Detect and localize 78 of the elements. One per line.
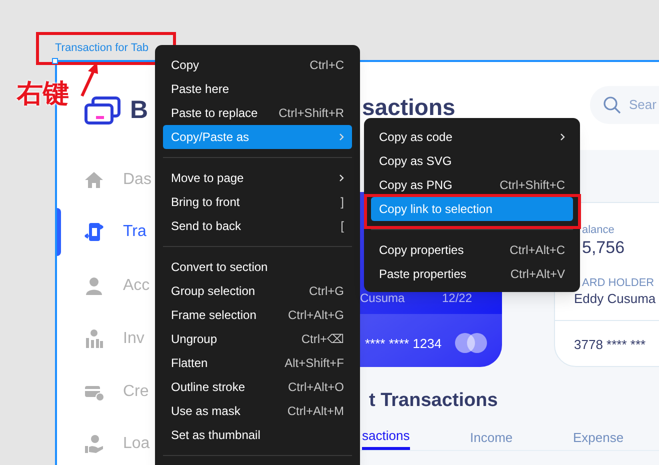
hand-coin-icon [84, 434, 104, 454]
menu-item-label: Set as thumbnail [171, 427, 260, 444]
menu-item-label: Copy as SVG [379, 153, 452, 170]
selection-handle[interactable] [52, 58, 58, 64]
home-icon [84, 170, 104, 190]
shortcut-text: Ctrl+Shift+R [278, 105, 344, 122]
menu-item[interactable]: Set as thumbnail [163, 423, 352, 447]
page-title: sactions [362, 93, 456, 122]
menu-item[interactable]: Convert to section [163, 255, 352, 279]
shortcut-text: Ctrl+Alt+V [510, 266, 565, 283]
menu-item-label: Copy link to selection [379, 201, 492, 218]
menu-item-label: Frame selection [171, 307, 256, 324]
menu-item[interactable]: Copy properties Ctrl+Alt+C [371, 238, 573, 262]
active-indicator [57, 208, 61, 256]
shortcut-text: [ [340, 218, 344, 235]
menu-item[interactable]: Ungroup Ctrl+⌫ [163, 327, 352, 351]
menu-item[interactable]: Copy as code [371, 125, 573, 149]
menu-item[interactable]: Use as mask Ctrl+Alt+M [163, 399, 352, 423]
holder-name: Eddy Cusuma [574, 290, 656, 308]
menu-item-label: Move to page [171, 170, 244, 187]
menu-item[interactable]: Copy as PNG Ctrl+Shift+C [371, 173, 573, 197]
credit-card-icon [84, 96, 122, 126]
annotation-arrow [80, 62, 98, 97]
menu-item[interactable]: Paste properties Ctrl+Alt+V [371, 262, 573, 286]
card-expiry: 12/22 [442, 290, 472, 307]
menu-item-label: Paste to replace [171, 105, 258, 122]
card-number: 3778 **** *** [574, 336, 646, 354]
logo-text: B [130, 95, 148, 126]
holder-label: ARD HOLDER [582, 276, 654, 291]
menu-item-label: Paste here [171, 81, 230, 98]
menu-item-label: Paste properties [379, 266, 466, 283]
shortcut-text: Ctrl+Alt+G [288, 307, 344, 324]
menu-item-label: Bring to front [171, 194, 240, 211]
menu-item[interactable]: Paste to replace Ctrl+Shift+R [163, 101, 352, 125]
menu-item-label: Copy as PNG [379, 177, 452, 194]
card-brand-icon [455, 333, 487, 353]
shortcut-text: Ctrl+Alt+O [288, 379, 344, 396]
shortcut-text: ] [340, 194, 344, 211]
search-icon [603, 96, 621, 114]
coin-chart-icon [84, 329, 104, 349]
shortcut-text: Ctrl+⌫ [301, 331, 344, 348]
menu-item-label: Copy/Paste as [171, 129, 250, 146]
menu-item[interactable]: Move to page [163, 166, 352, 190]
phone-transfer-icon [84, 222, 104, 242]
menu-item[interactable]: Copy Ctrl+C [163, 53, 352, 77]
balance-label: alance [582, 223, 614, 238]
menu-item[interactable]: Flatten Alt+Shift+F [163, 351, 352, 375]
shortcut-text: Ctrl+Shift+C [500, 177, 565, 194]
menu-item-label: Use as mask [171, 403, 240, 420]
menu-item-label: Outline stroke [171, 379, 246, 396]
shortcut-text: Alt+Shift+F [284, 355, 344, 372]
shortcut-text: Ctrl+G [308, 283, 344, 300]
menu-item[interactable]: Copy/Paste as [163, 125, 352, 149]
menu-item[interactable]: Group selection Ctrl+G [163, 279, 352, 303]
menu-item[interactable]: Copy as SVG [371, 149, 573, 173]
card-number: **** **** 1234 [365, 335, 442, 353]
menu-item-label: Send to back [171, 218, 242, 235]
menu-item-label: Copy properties [379, 242, 464, 259]
section-title: t Transactions [369, 389, 498, 413]
menu-item-label: Copy [171, 57, 200, 74]
menu-item[interactable]: Outline stroke Ctrl+Alt+O [163, 375, 352, 399]
menu-item-label: Ungroup [171, 331, 218, 348]
sidebar-item[interactable]: Tra [123, 220, 146, 244]
shortcut-text: Ctrl+C [310, 57, 344, 74]
menu-item[interactable]: Bring to front ] [163, 190, 352, 214]
user-icon [84, 276, 104, 296]
balance-value: 5,756 [582, 237, 625, 259]
menu-item-label: Group selection [171, 283, 256, 300]
menu-item-label: Convert to section [171, 259, 268, 276]
menu-item[interactable]: Send to back [ [163, 214, 352, 238]
shortcut-text: Ctrl+Alt+C [510, 242, 565, 259]
menu-item-label: Copy as code [379, 129, 452, 146]
menu-item[interactable]: Frame selection Ctrl+Alt+G [163, 303, 352, 327]
menu-item[interactable]: Copy link to selection [371, 197, 573, 221]
menu-item-label: Flatten [171, 355, 208, 372]
shortcut-text: Ctrl+Alt+M [287, 403, 344, 420]
card-holder: Cusuma [360, 290, 405, 307]
menu-item[interactable]: Paste here [163, 77, 352, 101]
